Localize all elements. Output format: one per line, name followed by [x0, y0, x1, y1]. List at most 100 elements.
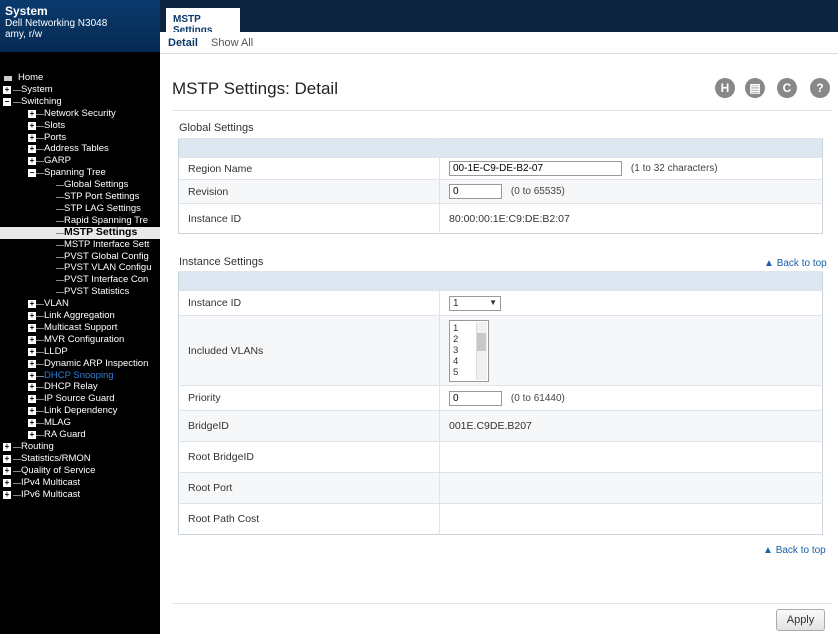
- nav-item-label: IPv6 Multicast: [21, 488, 81, 500]
- nav-item-ipv4-multicast[interactable]: + IPv4 Multicast: [0, 477, 160, 489]
- nav-item-mlag[interactable]: + MLAG: [0, 417, 160, 429]
- nav-item-ports[interactable]: + Ports: [0, 132, 160, 144]
- help-icon[interactable]: ?: [810, 78, 830, 98]
- root-port-label: Root Port: [178, 472, 440, 504]
- nav-item-mvr-configuration[interactable]: + MVR Configuration: [0, 334, 160, 346]
- expand-icon[interactable]: +: [28, 359, 36, 368]
- nav-item-switching[interactable]: − Switching: [0, 96, 160, 108]
- expand-icon[interactable]: +: [28, 419, 36, 428]
- tree-connector: [36, 304, 44, 306]
- expand-icon[interactable]: +: [3, 490, 11, 499]
- expand-icon[interactable]: +: [28, 145, 36, 154]
- nav-item-home[interactable]: Home: [0, 72, 160, 84]
- expand-icon[interactable]: +: [28, 407, 36, 416]
- refresh-icon[interactable]: C: [777, 78, 797, 98]
- revision-input[interactable]: [449, 184, 502, 199]
- global-settings-title: Global Settings: [179, 122, 254, 134]
- nav-item-dhcp-relay[interactable]: + DHCP Relay: [0, 381, 160, 393]
- nav-item-vlan[interactable]: + VLAN: [0, 298, 160, 310]
- nav-item-lldp[interactable]: + LLDP: [0, 346, 160, 358]
- region-name-label: Region Name: [178, 157, 440, 180]
- nav-item-global-settings[interactable]: Global Settings: [0, 179, 160, 191]
- nav-item-network-security[interactable]: + Network Security: [0, 108, 160, 120]
- nav-item-mstp-interface-sett[interactable]: MSTP Interface Sett: [0, 239, 160, 251]
- included-vlans-listbox[interactable]: 1 2 3 4 5: [449, 319, 489, 382]
- tree-connector: [56, 280, 64, 282]
- listbox-scrollbar[interactable]: [476, 321, 487, 380]
- nav-item-routing[interactable]: + Routing: [0, 441, 160, 453]
- chevron-down-icon: ▼: [489, 297, 497, 307]
- included-vlans-label: Included VLANs: [178, 315, 440, 386]
- nav-item-label: System: [21, 83, 53, 95]
- expand-icon[interactable]: +: [28, 347, 36, 356]
- nav-item-label: MSTP Settings: [64, 226, 138, 238]
- nav-item-address-tables[interactable]: + Address Tables: [0, 143, 160, 155]
- print-icon[interactable]: ▤: [745, 78, 765, 98]
- expand-icon[interactable]: +: [3, 442, 11, 451]
- instance-id-select[interactable]: 1 ▼: [449, 295, 501, 311]
- nav-item-quality-of-service[interactable]: + Quality of Service: [0, 465, 160, 477]
- system-title[interactable]: System: [5, 4, 160, 18]
- nav-item-label: Home: [18, 72, 44, 83]
- back-to-top-link[interactable]: ▲ Back to top: [764, 258, 827, 269]
- nav-item-pvst-interface-con[interactable]: PVST Interface Con: [0, 274, 160, 286]
- expand-icon[interactable]: +: [28, 371, 36, 380]
- expand-icon[interactable]: +: [28, 121, 36, 130]
- collapse-icon[interactable]: −: [28, 169, 36, 178]
- expand-icon[interactable]: +: [3, 478, 11, 487]
- subtab-bar: Detail Show All: [160, 32, 838, 54]
- subtab-detail[interactable]: Detail: [168, 37, 198, 49]
- nav-item-slots[interactable]: + Slots: [0, 120, 160, 132]
- expand-icon[interactable]: +: [3, 85, 11, 94]
- tree-connector: [56, 232, 64, 234]
- expand-icon[interactable]: +: [28, 431, 36, 439]
- instance-id-label: Instance ID: [178, 203, 440, 234]
- nav-item-ipv6-multicast[interactable]: + IPv6 Multicast: [0, 489, 160, 501]
- nav-item-stp-lag-settings[interactable]: STP LAG Settings: [0, 203, 160, 215]
- nav-item-ip-source-guard[interactable]: + IP Source Guard: [0, 393, 160, 405]
- nav-item-spanning-tree[interactable]: − Spanning Tree: [0, 167, 160, 179]
- expand-icon[interactable]: +: [28, 395, 36, 404]
- nav-item-dhcp-snooping[interactable]: + DHCP Snooping: [0, 370, 160, 382]
- tree-connector: [36, 363, 44, 365]
- expand-icon[interactable]: +: [28, 312, 36, 320]
- expand-icon[interactable]: +: [28, 383, 36, 392]
- apply-button[interactable]: Apply: [776, 609, 825, 631]
- nav-item-garp[interactable]: + GARP: [0, 155, 160, 167]
- bridgeid-value: 001E.C9DE.B207: [439, 410, 823, 442]
- expand-icon[interactable]: +: [28, 157, 36, 166]
- expand-icon[interactable]: +: [28, 323, 36, 332]
- nav-item-mstp-settings[interactable]: MSTP Settings: [0, 227, 160, 239]
- nav-item-link-aggregation[interactable]: + Link Aggregation: [0, 310, 160, 322]
- nav-item-dynamic-arp-inspection[interactable]: + Dynamic ARP Inspection: [0, 358, 160, 370]
- expand-icon[interactable]: +: [28, 335, 36, 344]
- nav-item-pvst-vlan-configu[interactable]: PVST VLAN Configu: [0, 262, 160, 274]
- user-info: amy, r/w: [5, 29, 43, 40]
- nav-item-pvst-statistics[interactable]: PVST Statistics: [0, 286, 160, 298]
- expand-icon[interactable]: +: [28, 300, 36, 309]
- save-icon[interactable]: H: [715, 78, 735, 98]
- nav-item-system[interactable]: + System: [0, 84, 160, 96]
- tab-mstp-settings[interactable]: MSTP Settings: [166, 8, 240, 36]
- nav-item-rapid-spanning-tre[interactable]: Rapid Spanning Tre: [0, 215, 160, 227]
- nav-item-statistics-rmon[interactable]: + Statistics/RMON: [0, 453, 160, 465]
- collapse-icon[interactable]: −: [3, 97, 11, 106]
- nav-item-ra-guard[interactable]: + RA Guard: [0, 429, 160, 441]
- nav-item-label: Rapid Spanning Tre: [64, 214, 148, 226]
- expand-icon[interactable]: +: [3, 454, 11, 463]
- nav-item-stp-port-settings[interactable]: STP Port Settings: [0, 191, 160, 203]
- nav-item-pvst-global-config[interactable]: PVST Global Config: [0, 251, 160, 263]
- tree-connector: [13, 101, 21, 103]
- region-name-input[interactable]: [449, 161, 622, 176]
- scrollbar-thumb[interactable]: [477, 332, 486, 351]
- subtab-show-all[interactable]: Show All: [211, 37, 253, 49]
- tree-connector: [56, 292, 64, 294]
- priority-input[interactable]: [449, 390, 502, 406]
- expand-icon[interactable]: +: [28, 133, 36, 142]
- expand-icon[interactable]: +: [28, 109, 36, 118]
- nav-item-multicast-support[interactable]: + Multicast Support: [0, 322, 160, 334]
- nav-item-label: Multicast Support: [44, 321, 118, 333]
- nav-item-link-dependency[interactable]: + Link Dependency: [0, 405, 160, 417]
- back-to-top-link-bottom[interactable]: ▲ Back to top: [763, 545, 826, 556]
- expand-icon[interactable]: +: [3, 466, 11, 475]
